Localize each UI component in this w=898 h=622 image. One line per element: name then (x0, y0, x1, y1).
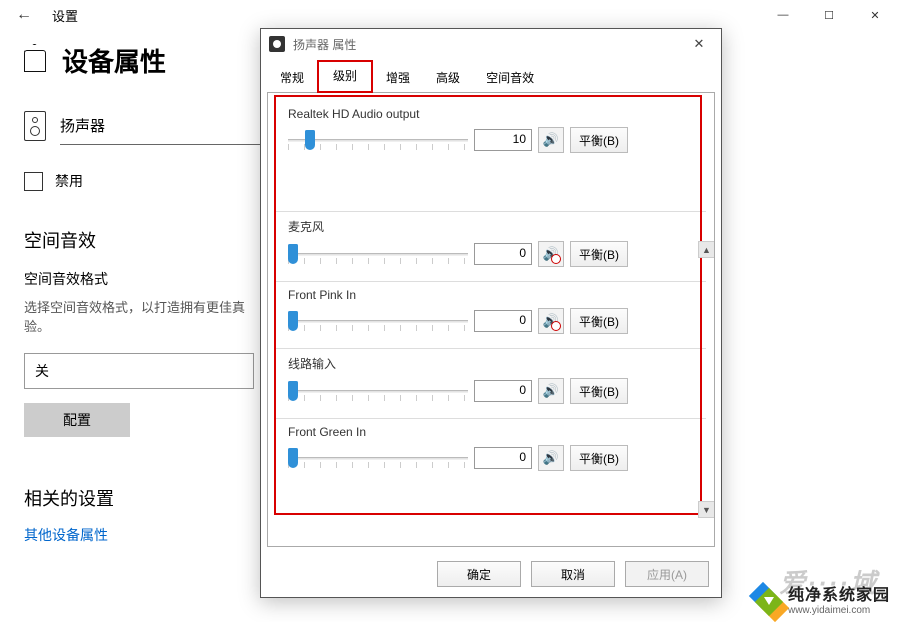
speaker-icon (24, 111, 46, 141)
volume-slider[interactable] (288, 448, 468, 468)
cancel-button[interactable]: 取消 (531, 561, 615, 587)
spatial-description: 选择空间音效格式，以打造拥有更佳真验。 (24, 297, 254, 335)
watermark-text: 纯净系统家园 (788, 587, 890, 605)
watermark-logo-icon (756, 589, 782, 615)
tab-spatial[interactable]: 空间音效 (473, 63, 547, 93)
volume-value[interactable]: 10 (474, 129, 532, 151)
volume-value[interactable]: 0 (474, 447, 532, 469)
home-icon[interactable] (24, 50, 46, 72)
dialog-icon (269, 36, 285, 52)
tab-enhance[interactable]: 增强 (373, 63, 423, 93)
config-button[interactable]: 配置 (24, 403, 130, 437)
volume-slider[interactable] (288, 130, 468, 150)
balance-button[interactable]: 平衡(B) (570, 127, 628, 153)
tab-general[interactable]: 常规 (267, 63, 317, 93)
scroll-up-icon[interactable]: ▲ (698, 241, 715, 258)
volume-slider[interactable] (288, 244, 468, 264)
close-button[interactable]: ✕ (852, 0, 898, 30)
tab-levels[interactable]: 级别 (317, 60, 373, 93)
volume-value[interactable]: 0 (474, 380, 532, 402)
properties-dialog: 扬声器 属性 ✕ 常规 级别 增强 高级 空间音效 Realtek HD Aud… (260, 28, 722, 598)
volume-value[interactable]: 0 (474, 243, 532, 265)
channel-name: Front Pink In (288, 288, 694, 302)
balance-button[interactable]: 平衡(B) (570, 308, 628, 334)
dialog-close-button[interactable]: ✕ (679, 30, 719, 58)
back-icon[interactable]: ← (16, 6, 40, 24)
volume-value[interactable]: 0 (474, 310, 532, 332)
tab-panel: Realtek HD Audio output 10 🔊 平衡(B) 麦克风 0… (267, 92, 715, 547)
channel-row: Realtek HD Audio output 10 🔊 平衡(B) (276, 101, 706, 209)
mute-button[interactable]: 🔊 (538, 378, 564, 404)
dialog-title: 扬声器 属性 (293, 36, 679, 53)
channel-row: 麦克风 0 平衡(B) (276, 211, 706, 279)
minimize-button[interactable]: — (760, 0, 806, 30)
maximize-button[interactable]: ☐ (806, 0, 852, 30)
page-title: 设备属性 (62, 42, 166, 79)
volume-slider[interactable] (288, 311, 468, 331)
balance-button[interactable]: 平衡(B) (570, 241, 628, 267)
apply-button[interactable]: 应用(A) (625, 561, 709, 587)
disable-checkbox[interactable] (24, 172, 43, 191)
channel-row: Front Green In 0 🔊 平衡(B) (276, 418, 706, 483)
window-title: 设置 (52, 6, 78, 25)
disable-label: 禁用 (55, 171, 83, 191)
device-name-input[interactable]: 扬声器 (60, 107, 270, 145)
watermark: 纯净系统家园 www.yidaimei.com (756, 587, 890, 616)
tab-advanced[interactable]: 高级 (423, 63, 473, 93)
channel-name: 麦克风 (288, 218, 694, 235)
scroll-down-icon[interactable]: ▼ (698, 501, 715, 518)
mute-button[interactable]: 🔊 (538, 445, 564, 471)
channel-row: Front Pink In 0 平衡(B) (276, 281, 706, 346)
balance-button[interactable]: 平衡(B) (570, 378, 628, 404)
mute-button[interactable]: 🔊 (538, 127, 564, 153)
channel-name: Front Green In (288, 425, 694, 439)
watermark-url: www.yidaimei.com (788, 605, 890, 616)
ok-button[interactable]: 确定 (437, 561, 521, 587)
channel-name: Realtek HD Audio output (288, 107, 694, 121)
dialog-tabs: 常规 级别 增强 高级 空间音效 (261, 63, 721, 93)
volume-slider[interactable] (288, 381, 468, 401)
balance-button[interactable]: 平衡(B) (570, 445, 628, 471)
main-titlebar: ← 设置 — ☐ ✕ (0, 0, 898, 30)
mute-button[interactable] (538, 241, 564, 267)
channel-row: 线路输入 0 🔊 平衡(B) (276, 348, 706, 416)
spatial-dropdown[interactable]: 关 (24, 353, 254, 389)
mute-button[interactable] (538, 308, 564, 334)
dialog-titlebar: 扬声器 属性 ✕ (261, 29, 721, 59)
channel-name: 线路输入 (288, 355, 694, 372)
dialog-buttons: 确定 取消 应用(A) (261, 553, 721, 597)
